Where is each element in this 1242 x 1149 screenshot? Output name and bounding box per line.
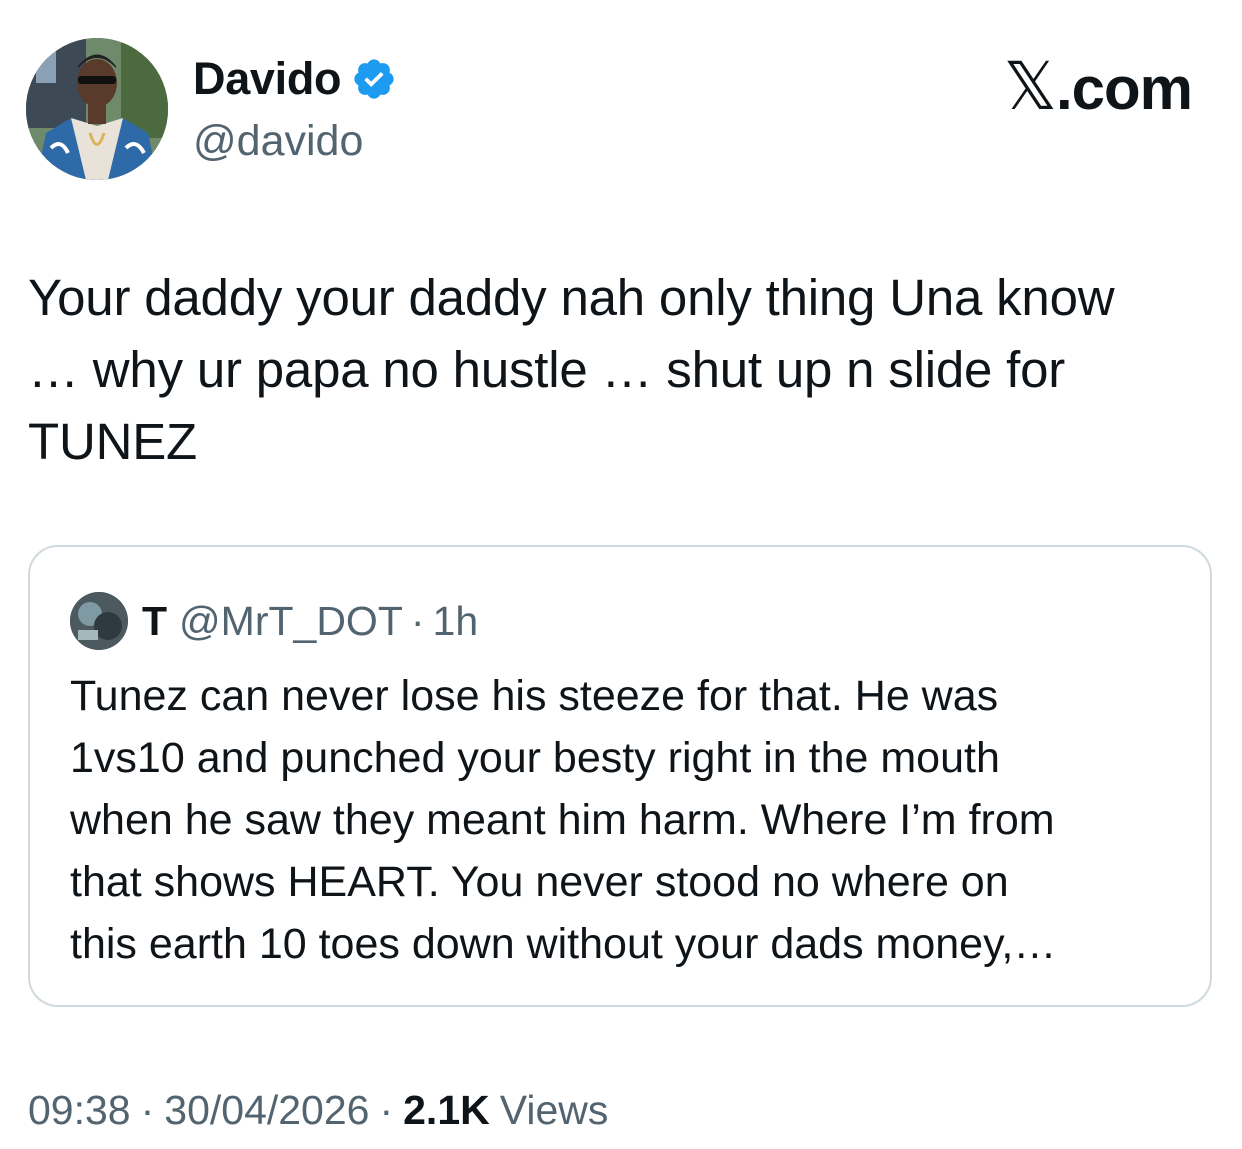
x-logo-icon: 𝕏 — [1003, 48, 1057, 125]
author-avatar[interactable] — [26, 38, 168, 180]
author-name-row: Davido — [193, 50, 397, 108]
brand-suffix: .com — [1055, 55, 1193, 122]
views-label: Views — [499, 1087, 609, 1133]
tweet-meta: 09:38 · 30/04/2026 · 2.1K Views — [28, 1080, 608, 1140]
author-name[interactable]: Davido — [193, 50, 342, 108]
quoted-tweet-header: T @MrT_DOT · 1h — [70, 591, 478, 651]
author-avatar-image — [26, 38, 168, 180]
views-count[interactable]: 2.1K — [403, 1080, 490, 1140]
x-com-logo: 𝕏 .com — [1003, 48, 1193, 125]
separator-dot: · — [410, 597, 425, 644]
tweet-time[interactable]: 09:38 — [28, 1080, 131, 1140]
author-block[interactable]: Davido @davido — [193, 50, 397, 172]
quoted-tweet-time[interactable]: 1h — [433, 598, 479, 645]
quoted-author-name[interactable]: T — [142, 598, 167, 645]
author-handle[interactable]: @davido — [193, 110, 397, 172]
quoted-author-avatar[interactable] — [70, 592, 128, 650]
quoted-author-handle[interactable]: @MrT_DOT — [179, 598, 403, 645]
separator-dot: · — [379, 1087, 394, 1133]
quoted-author-avatar-image — [70, 592, 128, 650]
quoted-tweet-text: Tunez can never lose his steeze for that… — [70, 672, 1057, 968]
verified-badge-icon[interactable] — [351, 56, 397, 102]
tweet-text: Your daddy your daddy nah only thing Una… — [28, 269, 1115, 470]
separator-dot: · — [140, 1087, 155, 1133]
tweet-date[interactable]: 30/04/2026 — [164, 1080, 369, 1140]
quoted-tweet-card[interactable]: T @MrT_DOT · 1h Tunez can never lose his… — [28, 545, 1212, 1007]
